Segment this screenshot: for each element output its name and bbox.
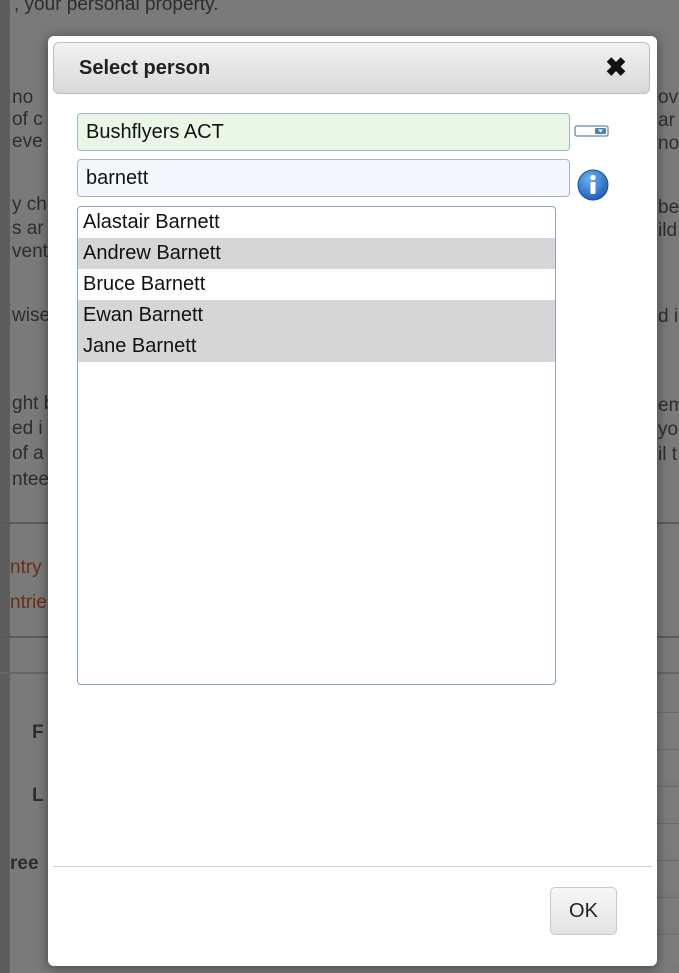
- list-item[interactable]: Andrew Barnett: [78, 238, 555, 269]
- background-field: [656, 749, 679, 780]
- background-text: no: [658, 133, 679, 154]
- background-text: s ar: [12, 218, 44, 239]
- list-item[interactable]: Ewan Barnett: [78, 300, 555, 331]
- background-field: [656, 823, 679, 854]
- background-field: [656, 712, 679, 743]
- dialog-titlebar[interactable]: Select person ✖: [53, 42, 650, 94]
- background-label: F: [32, 722, 44, 743]
- list-item[interactable]: Jane Barnett: [78, 331, 555, 362]
- background-text: , your personal property.: [14, 0, 219, 15]
- background-text: ar: [658, 110, 675, 131]
- close-icon[interactable]: ✖: [603, 54, 629, 80]
- background-link: ntrie: [10, 592, 47, 613]
- background-text: vent: [12, 241, 48, 262]
- dialog-footer-divider: [53, 866, 652, 867]
- background-text: ild: [658, 220, 678, 241]
- info-icon[interactable]: [576, 168, 610, 202]
- lookup-icon[interactable]: [574, 122, 610, 140]
- background-text: y ch: [12, 194, 47, 215]
- search-input[interactable]: [77, 159, 570, 197]
- list-item[interactable]: Bruce Barnett: [78, 269, 555, 300]
- ok-button[interactable]: OK: [550, 887, 617, 935]
- dialog-title: Select person: [79, 57, 211, 79]
- background-text: of a: [12, 443, 44, 464]
- background-text: ntee: [12, 469, 49, 490]
- background-text: you: [658, 419, 679, 440]
- background-text: eve: [12, 131, 43, 152]
- results-list[interactable]: Alastair Barnett Andrew Barnett Bruce Barn…: [77, 206, 556, 685]
- background-text: il t: [658, 444, 677, 465]
- background-label: L: [32, 785, 44, 806]
- background-text: no: [12, 87, 34, 108]
- background-field: [656, 860, 679, 891]
- background-text: ov: [658, 87, 679, 108]
- background-edge: [0, 0, 10, 973]
- background-label: ree: [10, 853, 39, 874]
- organisation-field[interactable]: [77, 113, 570, 151]
- background-field: [656, 786, 679, 817]
- list-item[interactable]: Alastair Barnett: [78, 207, 555, 238]
- background-text: wise: [12, 305, 51, 326]
- background-text: em: [658, 395, 679, 416]
- background-text: ed i: [12, 418, 43, 439]
- background-field: [656, 934, 679, 965]
- background-link: ntry: [10, 557, 42, 578]
- background-field: [656, 897, 679, 928]
- background-text: of c: [12, 109, 43, 130]
- select-person-dialog: Select person ✖ Alastair BarnettAndrew B…: [48, 36, 657, 966]
- background-text: d i: [658, 306, 679, 327]
- background-text: be: [658, 197, 679, 218]
